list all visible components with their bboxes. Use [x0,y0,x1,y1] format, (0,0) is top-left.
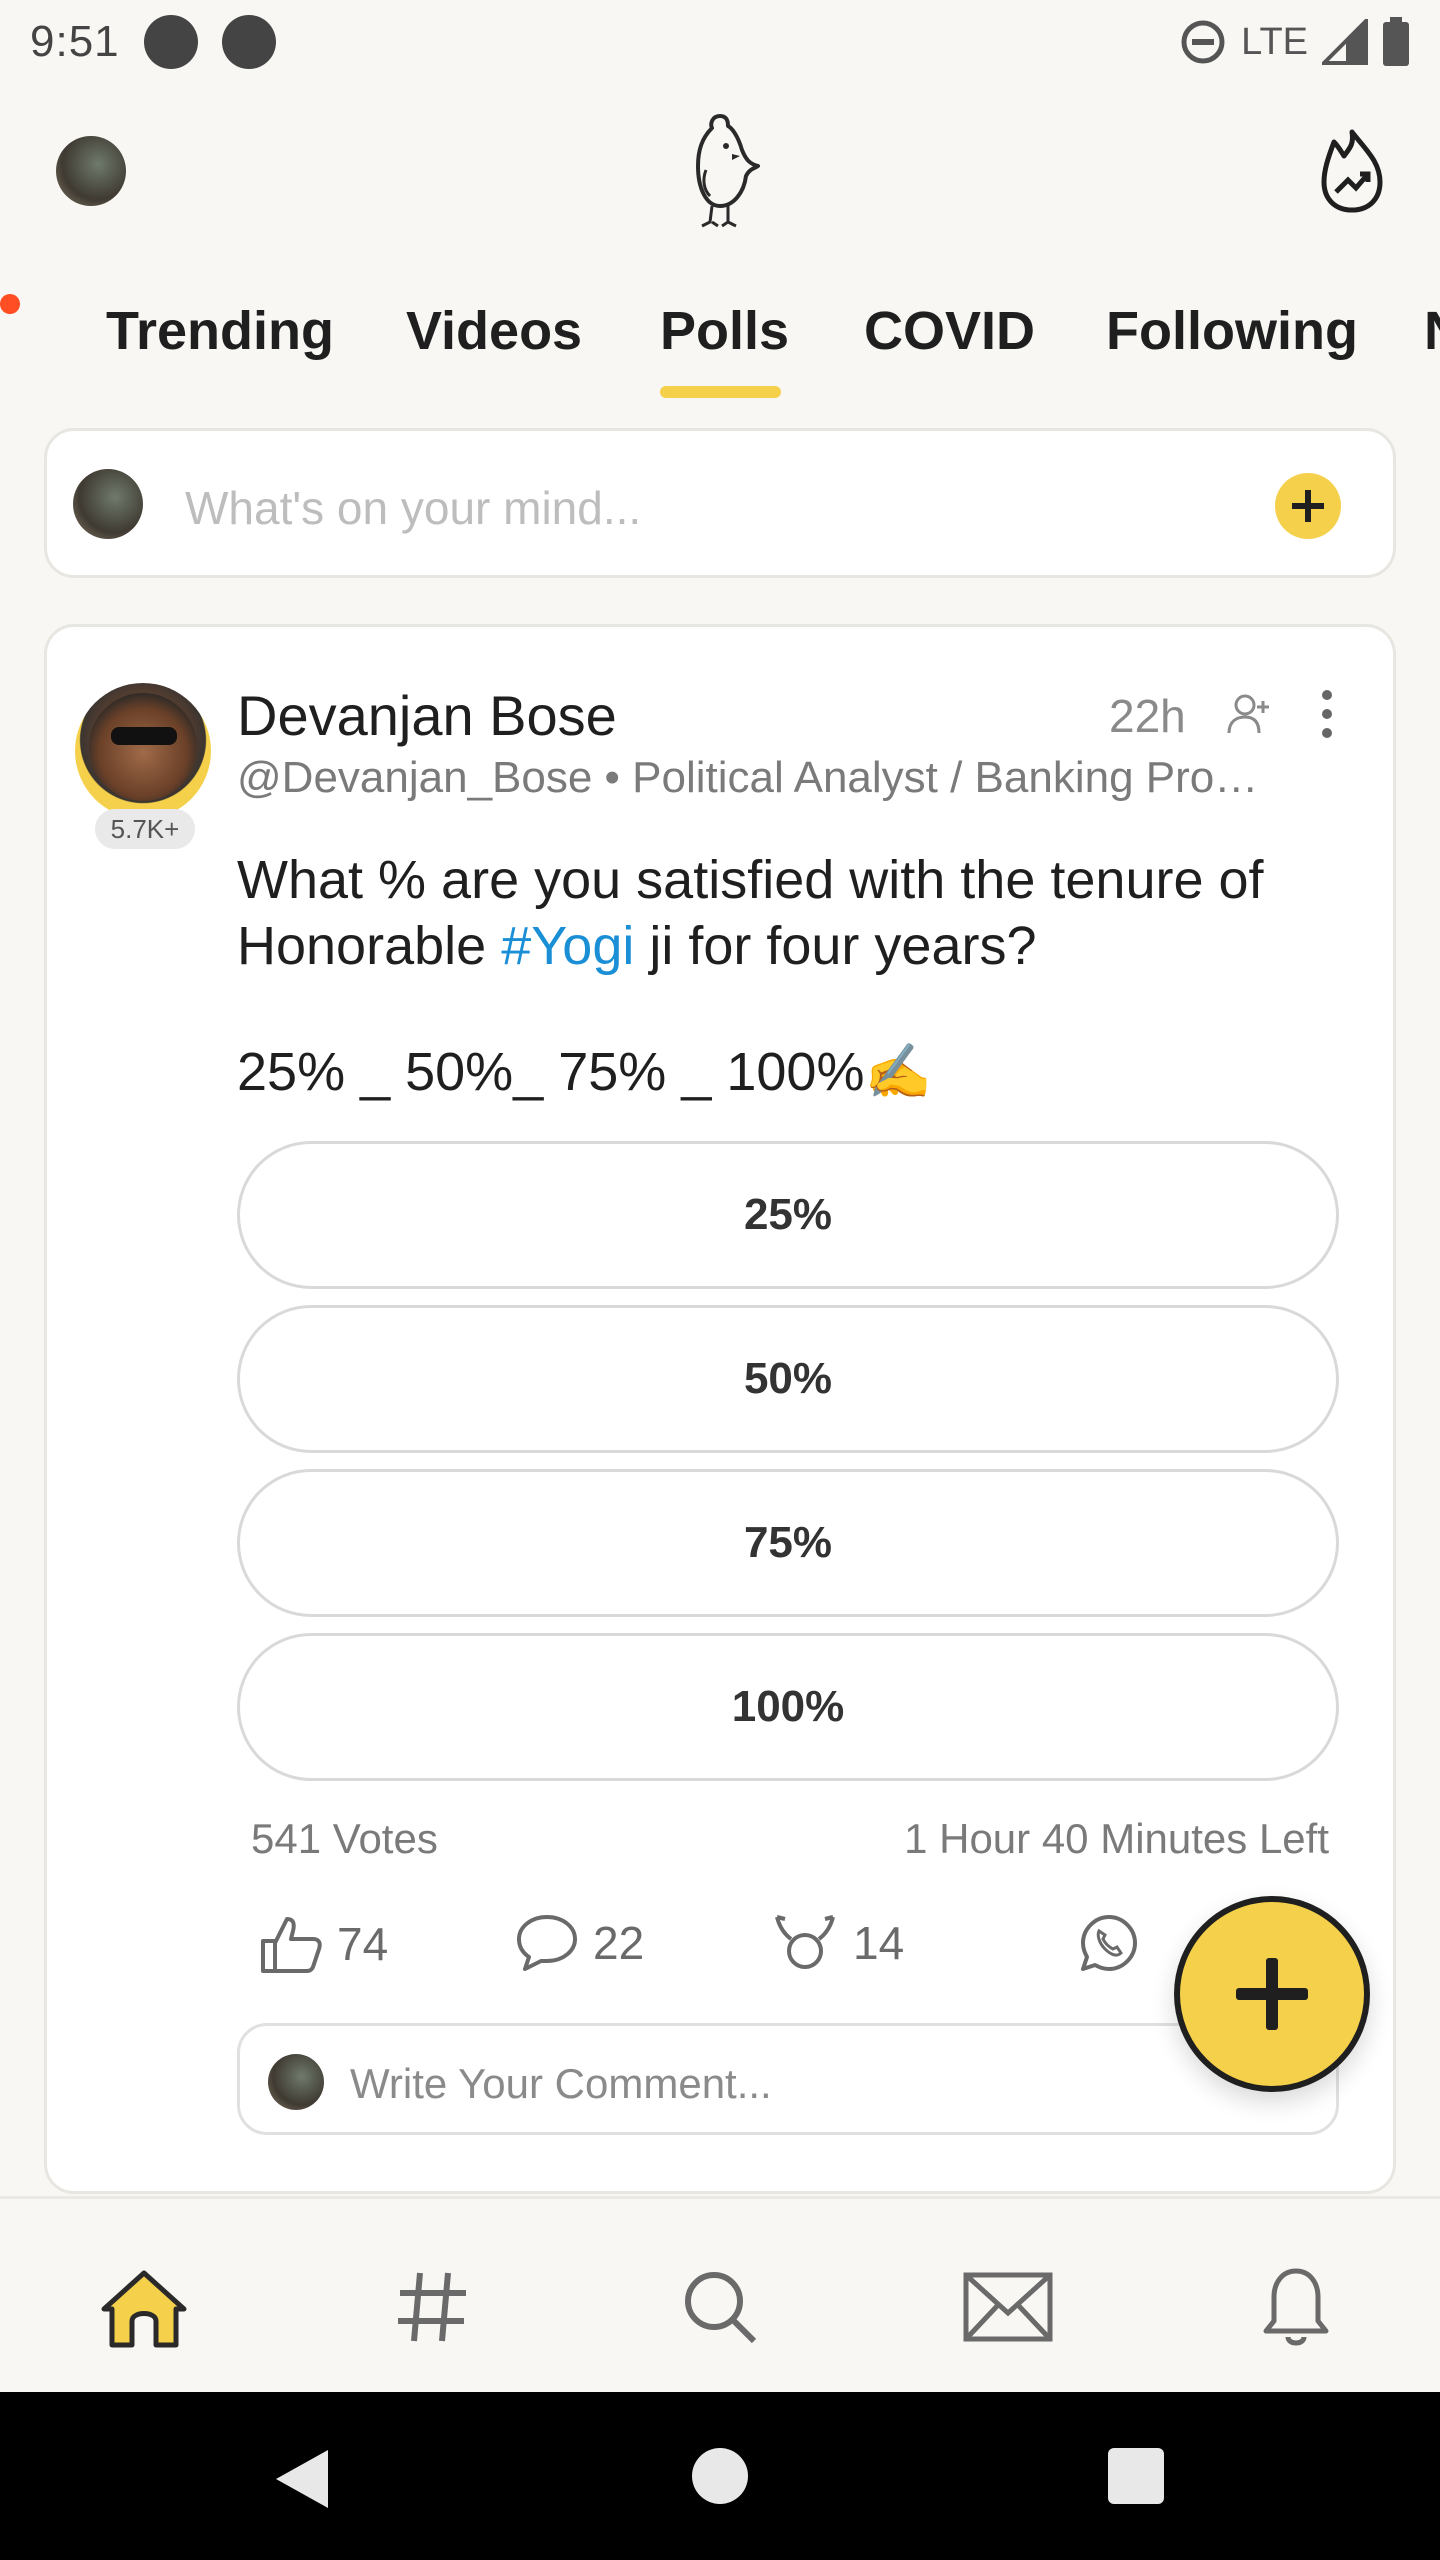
rekoo-button[interactable]: 14 [771,1913,904,1973]
poll-option-100[interactable]: 100% [237,1633,1339,1781]
bottom-navigation [0,2196,1440,2392]
signal-icon [1322,19,1368,65]
notification-app-icon [221,15,276,69]
tab-polls[interactable]: Polls [660,300,789,362]
network-type: LTE [1241,20,1308,63]
author-handle-and-title: @Devanjan_Bose • Political Analyst / Ban… [237,753,1259,802]
hashtag-icon [398,2272,466,2342]
author-avatar[interactable] [75,683,211,819]
comment-placeholder[interactable]: Write Your Comment... [350,2060,772,2108]
poll-option-50[interactable]: 50% [237,1305,1339,1453]
follower-count-badge: 5.7K+ [95,809,195,849]
profile-avatar[interactable] [56,136,126,206]
comment-count: 22 [593,1917,645,1969]
tab-following[interactable]: Following [1106,300,1358,362]
plus-icon [1236,1958,1308,2030]
rekoo-icon [775,1915,835,1969]
create-koo-fab[interactable] [1174,1896,1370,2092]
nav-notifications[interactable] [1248,2259,1344,2355]
nav-messages[interactable] [960,2259,1056,2355]
tab-videos[interactable]: Videos [406,300,582,362]
post-text: What % are you satisfied with the tenure… [237,847,1357,979]
back-icon[interactable] [272,2448,332,2510]
battery-icon [1383,17,1409,66]
tab-covid[interactable]: COVID [864,300,1035,362]
nav-hashtags[interactable] [384,2259,480,2355]
like-count: 74 [337,1918,389,1970]
active-tab-indicator [660,386,781,398]
whatsapp-share-button[interactable] [1079,1913,1139,1973]
home-circle-icon[interactable] [692,2448,748,2504]
app-header [0,110,1440,240]
plus-icon [1292,490,1324,522]
thumbs-up-icon [261,1917,322,1973]
status-time: 9:51 [30,17,120,66]
whatsapp-icon [1081,1915,1137,1971]
feed-tabs: Trending Videos Polls COVID Following N [0,270,1440,400]
post-composer[interactable]: What's on your mind... [44,428,1396,578]
tab-next[interactable]: N [1424,300,1440,362]
add-post-button[interactable] [1275,473,1341,539]
follow-user-icon[interactable] [1225,689,1273,737]
poll-option-75[interactable]: 75% [237,1469,1339,1617]
trending-flame-icon[interactable] [1320,128,1384,214]
author-name[interactable]: Devanjan Bose [237,683,617,748]
system-navigation-bar [0,2392,1440,2560]
post-text-part: ji for four years? [634,916,1037,976]
tab-trending[interactable]: Trending [106,300,334,362]
status-bar: 9:51 LTE [0,0,1440,84]
do-not-disturb-icon [1181,20,1225,64]
more-options-icon[interactable] [1317,689,1337,739]
rekoo-count: 14 [853,1917,905,1969]
recent-apps-icon[interactable] [1108,2448,1164,2504]
search-icon [685,2272,757,2344]
poll-option-25[interactable]: 25% [237,1141,1339,1289]
comment-bubble-icon [517,1915,577,1971]
like-button[interactable]: 74 [259,1913,388,1975]
comment-input[interactable]: Write Your Comment... [237,2023,1339,2135]
comment-avatar [268,2054,324,2110]
post-text-options-line: 25% _ 50%_ 75% _ 100%✍️ [237,1042,932,1102]
vote-count: 541 Votes [251,1815,438,1862]
envelope-icon [963,2272,1053,2342]
composer-avatar [73,469,143,539]
poll-time-left: 1 Hour 40 Minutes Left [904,1815,1329,1862]
home-icon [101,2270,187,2348]
koo-bird-logo[interactable] [680,110,760,234]
composer-placeholder[interactable]: What's on your mind... [185,481,641,535]
hashtag-link[interactable]: #Yogi [501,916,634,976]
post-time: 22h [1109,690,1186,742]
comment-button[interactable]: 22 [515,1913,644,1973]
author-photo [89,693,197,801]
nav-home[interactable] [96,2259,192,2355]
sync-app-icon [143,15,198,69]
author-photo-detail [111,727,177,745]
bell-icon [1263,2268,1329,2346]
nav-search[interactable] [672,2259,768,2355]
